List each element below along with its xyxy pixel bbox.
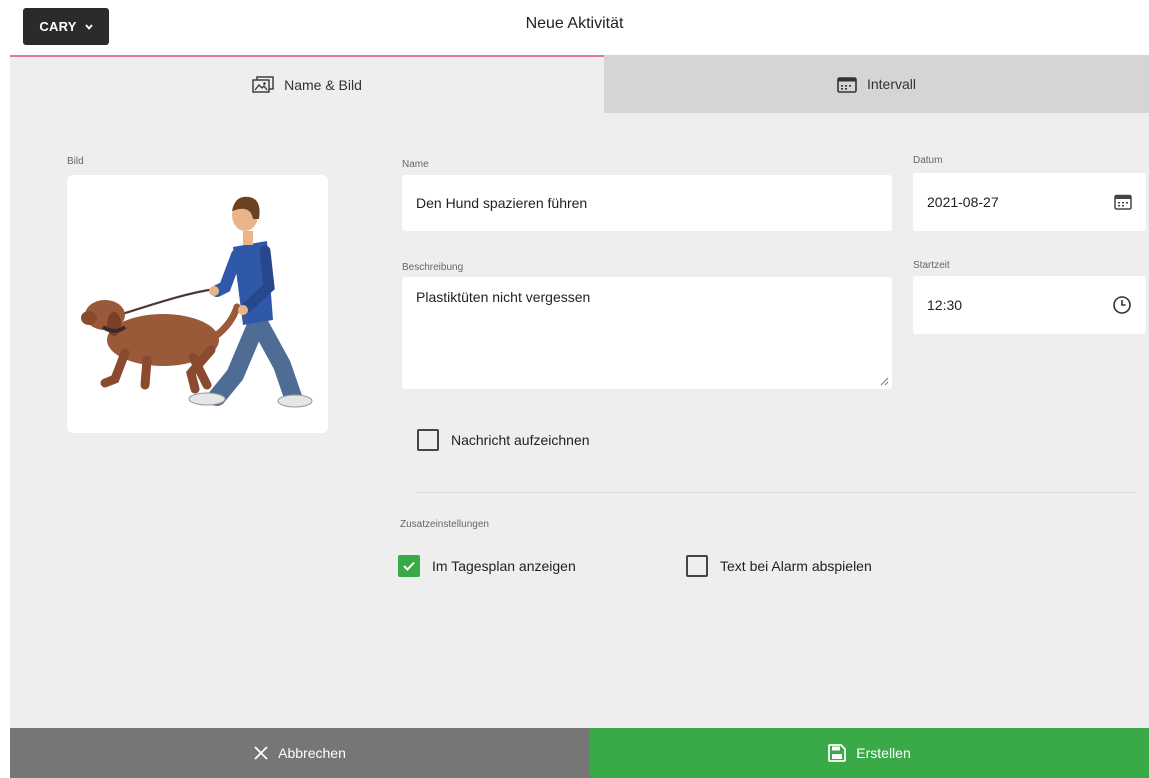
- checkmark-icon: [403, 561, 415, 571]
- calendar-icon[interactable]: [1114, 194, 1132, 210]
- show-in-plan-option[interactable]: Im Tagesplan anzeigen: [398, 555, 576, 577]
- show-in-plan-checkbox[interactable]: [398, 555, 420, 577]
- tab-name-image[interactable]: Name & Bild: [10, 55, 604, 113]
- tab-label: Name & Bild: [284, 77, 362, 93]
- description-value: Plastiktüten nicht vergessen: [416, 289, 591, 305]
- alarm-text-checkbox[interactable]: [686, 555, 708, 577]
- person-walking-dog-illustration: [81, 196, 313, 408]
- start-time-value: 12:30: [927, 297, 963, 313]
- action-bar: Abbrechen Erstellen: [10, 728, 1149, 778]
- alarm-text-label: Text bei Alarm abspielen: [720, 558, 872, 574]
- calendar-icon: [837, 76, 857, 93]
- record-message-label: Nachricht aufzeichnen: [451, 432, 590, 448]
- create-button[interactable]: Erstellen: [590, 728, 1149, 778]
- name-label: Name: [402, 159, 429, 170]
- extra-settings-label: Zusatzeinstellungen: [400, 519, 489, 530]
- image-label: Bild: [67, 156, 84, 167]
- save-icon: [828, 744, 847, 762]
- activity-image[interactable]: [67, 175, 328, 433]
- record-message-option[interactable]: Nachricht aufzeichnen: [417, 429, 590, 451]
- date-value: 2021-08-27: [927, 194, 999, 210]
- description-label: Beschreibung: [402, 262, 464, 273]
- section-divider: [415, 492, 1137, 493]
- date-input[interactable]: 2021-08-27: [913, 173, 1146, 231]
- date-label: Datum: [913, 155, 943, 166]
- show-in-plan-label: Im Tagesplan anzeigen: [432, 558, 576, 574]
- record-message-checkbox[interactable]: [417, 429, 439, 451]
- tab-bar: Name & Bild Intervall: [10, 55, 1149, 113]
- name-input[interactable]: Den Hund spazieren führen: [402, 175, 892, 231]
- tab-label: Intervall: [866, 76, 917, 92]
- description-textarea[interactable]: Plastiktüten nicht vergessen: [402, 277, 892, 389]
- tab-interval[interactable]: Intervall: [604, 55, 1149, 113]
- form-panel: Bild Name Den Hund spazieren führen Besc…: [10, 113, 1149, 728]
- resize-handle-icon[interactable]: [880, 377, 889, 386]
- page-title: Neue Aktivität: [525, 15, 624, 32]
- close-icon: [254, 746, 268, 760]
- create-button-label: Erstellen: [856, 745, 911, 761]
- name-value: Den Hund spazieren führen: [416, 195, 588, 211]
- start-time-label: Startzeit: [913, 260, 950, 271]
- alarm-text-option[interactable]: Text bei Alarm abspielen: [686, 555, 872, 577]
- clock-icon[interactable]: [1112, 295, 1132, 315]
- start-time-input[interactable]: 12:30: [913, 276, 1146, 334]
- cancel-button-label: Abbrechen: [278, 745, 346, 761]
- image-icon: [252, 76, 274, 93]
- cancel-button[interactable]: Abbrechen: [10, 728, 590, 778]
